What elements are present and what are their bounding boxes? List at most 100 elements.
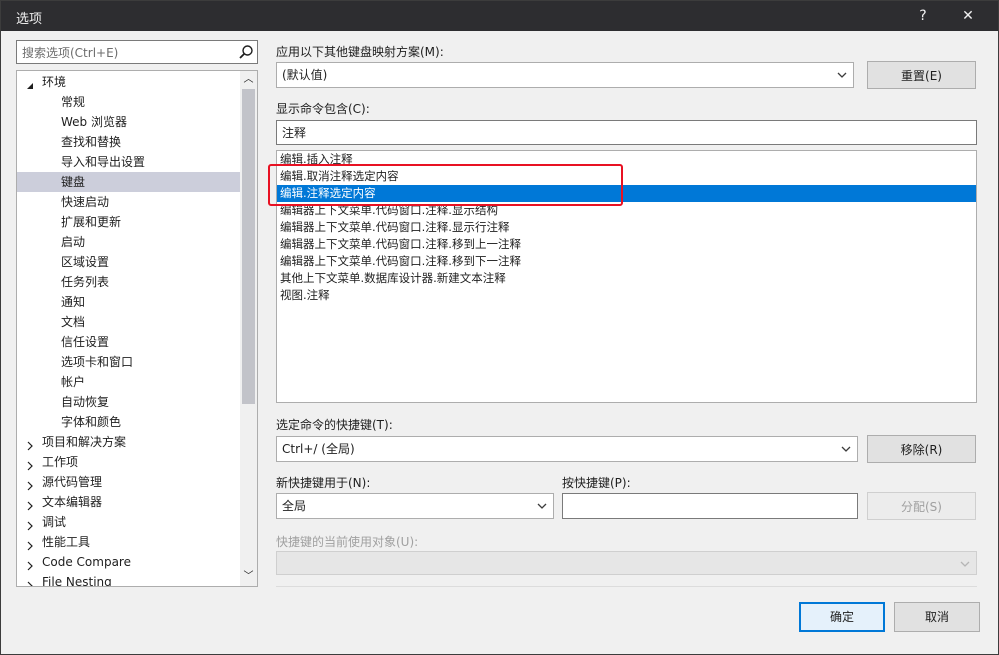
- reset-button[interactable]: 重置(E): [867, 61, 976, 89]
- footer-divider: [276, 586, 977, 587]
- shortcut-value: Ctrl+/ (全局): [282, 442, 355, 456]
- tree-category[interactable]: 项目和解决方案: [17, 432, 240, 452]
- shortcut-select[interactable]: Ctrl+/ (全局): [276, 436, 858, 462]
- tree-item-label: 文档: [61, 315, 86, 329]
- tree-item[interactable]: 键盘: [17, 172, 240, 192]
- use-in-value: 全局: [282, 499, 307, 513]
- tree-item-label: 任务列表: [61, 275, 110, 289]
- collapsed-arrow-icon[interactable]: [25, 437, 35, 451]
- tree-category[interactable]: File Nesting: [17, 572, 240, 587]
- tree-item[interactable]: 自动恢复: [17, 392, 240, 412]
- tree-item[interactable]: 快速启动: [17, 192, 240, 212]
- tree-item-label: 工作项: [42, 455, 79, 469]
- collapsed-arrow-icon[interactable]: [25, 517, 35, 531]
- title-bar: 选项 ? ✕: [1, 1, 998, 31]
- collapsed-arrow-icon[interactable]: [25, 537, 35, 551]
- help-button[interactable]: ?: [913, 6, 933, 26]
- tree-item-label: 区域设置: [61, 255, 110, 269]
- collapsed-arrow-icon[interactable]: [25, 577, 35, 586]
- tree-item[interactable]: 通知: [17, 292, 240, 312]
- highlight-annotation-box: [268, 164, 623, 206]
- use-in-select[interactable]: 全局: [276, 493, 554, 519]
- command-list-item[interactable]: 其他上下文菜单.数据库设计器.新建文本注释: [277, 270, 976, 287]
- tree-category[interactable]: 工作项: [17, 452, 240, 472]
- tree-item-label: 字体和颜色: [61, 415, 122, 429]
- tree-item[interactable]: 查找和替换: [17, 132, 240, 152]
- tree-item-label: 选项卡和窗口: [61, 355, 134, 369]
- tree-item-label: 快速启动: [61, 195, 110, 209]
- expanded-arrow-icon[interactable]: [25, 77, 35, 89]
- tree-category[interactable]: 环境: [17, 72, 240, 92]
- tree-item-label: 调试: [42, 515, 67, 529]
- tree-item[interactable]: 区域设置: [17, 252, 240, 272]
- tree-category[interactable]: 源代码管理: [17, 472, 240, 492]
- collapsed-arrow-icon[interactable]: [25, 557, 35, 571]
- ok-button[interactable]: 确定: [799, 602, 885, 632]
- use-in-label: 新快捷键用于(N):: [276, 476, 371, 490]
- options-tree: 环境常规 Web 浏览器 查找和替换导入和导出设置 键盘快速启动扩展和更新启动区域设置…: [16, 70, 258, 587]
- scroll-up-icon[interactable]: ︿: [240, 71, 257, 88]
- tree-item[interactable]: 字体和颜色: [17, 412, 240, 432]
- tree-item-label: 扩展和更新: [61, 215, 122, 229]
- mapping-scheme-value: (默认值): [282, 68, 328, 82]
- command-list-item[interactable]: 编辑器上下文菜单.代码窗口.注释.移到下一注释: [277, 253, 976, 270]
- chevron-down-icon: [537, 503, 547, 509]
- tree-item[interactable]: 导入和导出设置: [17, 152, 240, 172]
- press-shortcut-input[interactable]: [562, 493, 858, 519]
- tree-item[interactable]: 启动: [17, 232, 240, 252]
- tree-item[interactable]: Web 浏览器: [17, 112, 240, 132]
- tree-item-label: Web 浏览器: [61, 115, 127, 129]
- command-filter-input[interactable]: 注释: [276, 120, 977, 145]
- chevron-down-icon: [837, 72, 847, 78]
- tree-item-label: 键盘: [61, 175, 86, 189]
- tree-item-label: 性能工具: [42, 535, 91, 549]
- tree-item-label: 启动: [61, 235, 86, 249]
- command-list-item[interactable]: 视图.注释: [277, 287, 976, 304]
- window-title: 选项: [16, 12, 43, 27]
- tree-item-label: 项目和解决方案: [42, 435, 127, 449]
- tree-item[interactable]: 扩展和更新: [17, 212, 240, 232]
- tree-item[interactable]: 任务列表: [17, 272, 240, 292]
- current-use-select[interactable]: [276, 551, 977, 575]
- search-placeholder: 搜索选项(Ctrl+E): [22, 46, 119, 60]
- command-list-item[interactable]: 编辑器上下文菜单.代码窗口.注释.移到上一注释: [277, 236, 976, 253]
- close-button[interactable]: ✕: [958, 6, 978, 26]
- tree-category[interactable]: 文本编辑器: [17, 492, 240, 512]
- tree-scroll-thumb[interactable]: [242, 89, 255, 404]
- mapping-label: 应用以下其他键盘映射方案(M):: [276, 45, 444, 59]
- tree-item-label: 常规: [61, 95, 86, 109]
- remove-button[interactable]: 移除(R): [867, 435, 976, 463]
- tree-item-label: File Nesting: [42, 575, 112, 587]
- tree-item-label: 帐户: [61, 375, 86, 389]
- cancel-button[interactable]: 取消: [894, 602, 980, 632]
- tree-item[interactable]: 文档: [17, 312, 240, 332]
- tree-item-label: 通知: [61, 295, 86, 309]
- tree-item[interactable]: 选项卡和窗口: [17, 352, 240, 372]
- tree-item-label: 自动恢复: [61, 395, 110, 409]
- command-filter-value: 注释: [282, 126, 307, 140]
- tree-item[interactable]: 帐户: [17, 372, 240, 392]
- press-shortcut-label: 按快捷键(P):: [562, 476, 631, 490]
- search-options-input[interactable]: 搜索选项(Ctrl+E): [16, 40, 258, 64]
- tree-item-label: 导入和导出设置: [61, 155, 146, 169]
- tree-scrollbar[interactable]: ︿ ﹀: [240, 71, 257, 586]
- tree-item-label: 环境: [42, 75, 67, 89]
- tree-item[interactable]: 信任设置: [17, 332, 240, 352]
- tree-item-label: Code Compare: [42, 555, 131, 569]
- options-dialog: 选项 ? ✕ 搜索选项(Ctrl+E) 环境常规 Web 浏览器 查找和替换导入和导…: [0, 0, 999, 655]
- tree-category[interactable]: Code Compare: [17, 552, 240, 572]
- collapsed-arrow-icon[interactable]: [25, 497, 35, 511]
- collapsed-arrow-icon[interactable]: [25, 457, 35, 471]
- command-list-item[interactable]: 编辑器上下文菜单.代码窗口.注释.显示行注释: [277, 219, 976, 236]
- tree-item[interactable]: 常规: [17, 92, 240, 112]
- tree-category[interactable]: 调试: [17, 512, 240, 532]
- tree-category[interactable]: 性能工具: [17, 532, 240, 552]
- collapsed-arrow-icon[interactable]: [25, 477, 35, 491]
- tree-item-label: 源代码管理: [42, 475, 103, 489]
- tree-item-label: 文本编辑器: [42, 495, 103, 509]
- assign-button[interactable]: 分配(S): [867, 492, 976, 520]
- scroll-down-icon[interactable]: ﹀: [240, 568, 257, 585]
- mapping-scheme-select[interactable]: (默认值): [276, 62, 854, 88]
- search-icon[interactable]: [238, 44, 254, 60]
- tree-item-label: 查找和替换: [61, 135, 122, 149]
